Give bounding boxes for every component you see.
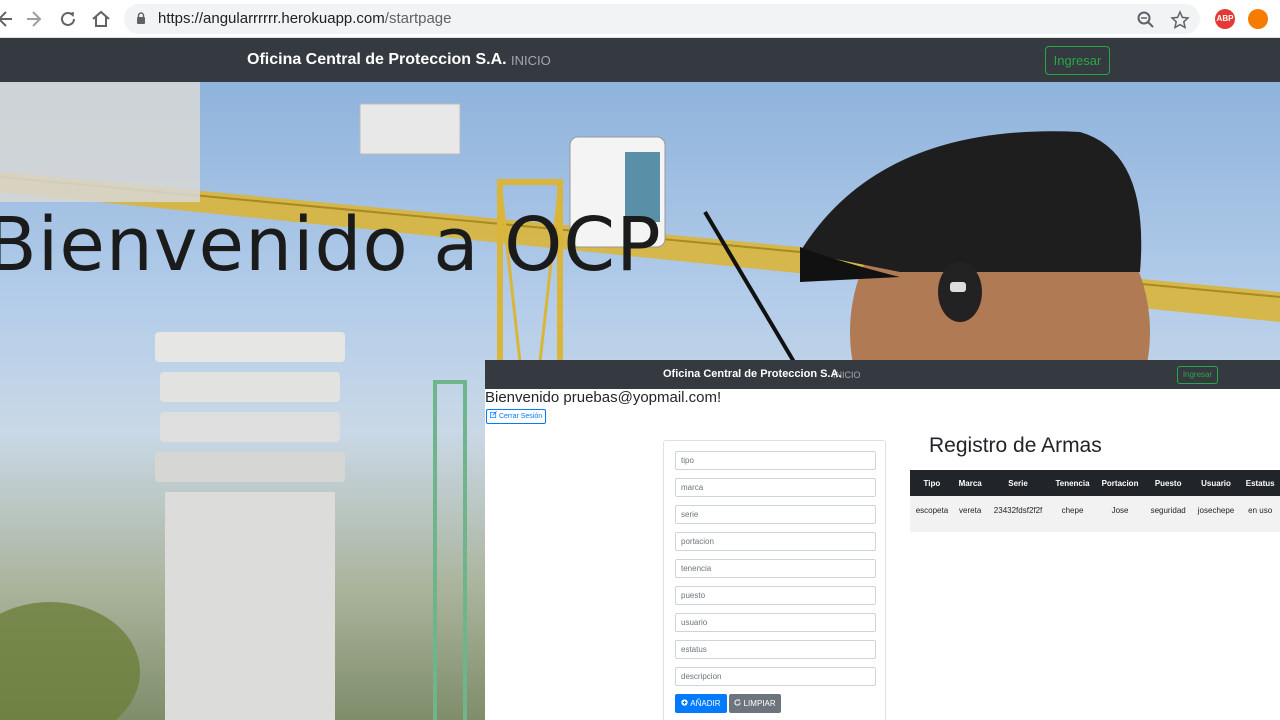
logout-label: Cerrar Sesión: [498, 413, 543, 420]
url-path: /startpage: [384, 10, 452, 27]
navbar-brand[interactable]: Oficina Central de Proteccion S.A.: [247, 51, 507, 69]
table-cell: chepe: [1049, 496, 1096, 522]
registry-title: Registro de Armas: [929, 434, 1102, 457]
table-cell: 23432fdsf2f2f: [986, 496, 1050, 522]
refresh-icon: [734, 699, 741, 706]
column-header: Estatus: [1240, 470, 1280, 496]
puesto-input[interactable]: [675, 586, 876, 605]
reload-icon[interactable]: [57, 8, 79, 30]
portacion-input[interactable]: [675, 532, 876, 551]
url-text: https://angularrrrrr.herokuapp.com/start…: [158, 10, 452, 27]
column-header: Tipo: [910, 470, 954, 496]
add-button-label: AÑADIR: [690, 699, 721, 708]
weapon-form: AÑADIR LIMPIAR: [663, 440, 886, 720]
extension-icon[interactable]: [1248, 9, 1268, 29]
table-cell: josechepe: [1191, 496, 1241, 522]
star-icon[interactable]: [1170, 10, 1190, 30]
inner-login-button[interactable]: Ingresar: [1177, 366, 1218, 384]
zoom-icon[interactable]: [1136, 10, 1156, 30]
main-navbar: Oficina Central de Proteccion S.A. INICI…: [0, 38, 1280, 82]
table-cell: vereta: [953, 496, 987, 522]
plus-circle-icon: [681, 699, 689, 706]
estatus-input[interactable]: [675, 640, 876, 659]
inner-navbar: Oficina Central de Proteccion S.A. INICI…: [485, 360, 1280, 389]
inner-app-window: Oficina Central de Proteccion S.A. INICI…: [485, 360, 1280, 720]
column-header: Marca: [953, 470, 987, 496]
home-icon[interactable]: [90, 8, 112, 30]
adblock-extension-icon[interactable]: ABP: [1215, 9, 1235, 29]
logout-button[interactable]: Cerrar Sesión: [486, 409, 547, 424]
inner-navbar-brand[interactable]: Oficina Central de Proteccion S.A.: [663, 368, 842, 380]
descripcion-input[interactable]: [675, 667, 876, 686]
back-arrow-icon[interactable]: [0, 8, 14, 30]
table-row-spacer: [910, 522, 1280, 532]
inner-nav-link-inicio[interactable]: INICIO: [833, 370, 861, 380]
column-header: Tenencia: [1049, 470, 1096, 496]
clear-button-label: LIMPIAR: [743, 699, 776, 708]
nav-link-inicio[interactable]: INICIO: [511, 53, 551, 68]
edit-icon: [490, 411, 497, 418]
clear-button[interactable]: LIMPIAR: [729, 694, 781, 713]
adblock-label: ABP: [1216, 14, 1234, 23]
welcome-message: Bienvenido pruebas@yopmail.com!: [485, 389, 722, 406]
tipo-input[interactable]: [675, 451, 876, 470]
table-cell: Jose: [1095, 496, 1145, 522]
column-header: Serie: [986, 470, 1050, 496]
url-host: https://angularrrrrr.herokuapp.com: [158, 10, 385, 27]
login-button[interactable]: Ingresar: [1045, 46, 1110, 75]
column-header: Puesto: [1144, 470, 1192, 496]
marca-input[interactable]: [675, 478, 876, 497]
table-cell: escopeta: [910, 496, 954, 522]
hero-title: Bienvenido a OCP: [0, 202, 662, 288]
address-bar[interactable]: https://angularrrrrr.herokuapp.com/start…: [124, 4, 1200, 34]
tenencia-input[interactable]: [675, 559, 876, 578]
weapons-table: Tipo Marca Serie Tenencia Portacion Pues…: [910, 470, 1280, 532]
table-cell: seguridad: [1144, 496, 1192, 522]
browser-toolbar: https://angularrrrrr.herokuapp.com/start…: [0, 0, 1280, 38]
forward-arrow-icon[interactable]: [24, 8, 46, 30]
table-header-row: Tipo Marca Serie Tenencia Portacion Pues…: [910, 470, 1280, 496]
lock-icon: [137, 12, 145, 24]
table-cell: en uso: [1240, 496, 1280, 522]
add-button[interactable]: AÑADIR: [675, 694, 727, 713]
table-row: escopeta vereta 23432fdsf2f2f chepe Jose…: [910, 496, 1280, 522]
usuario-input[interactable]: [675, 613, 876, 632]
serie-input[interactable]: [675, 505, 876, 524]
column-header: Portacion: [1095, 470, 1145, 496]
column-header: Usuario: [1191, 470, 1241, 496]
